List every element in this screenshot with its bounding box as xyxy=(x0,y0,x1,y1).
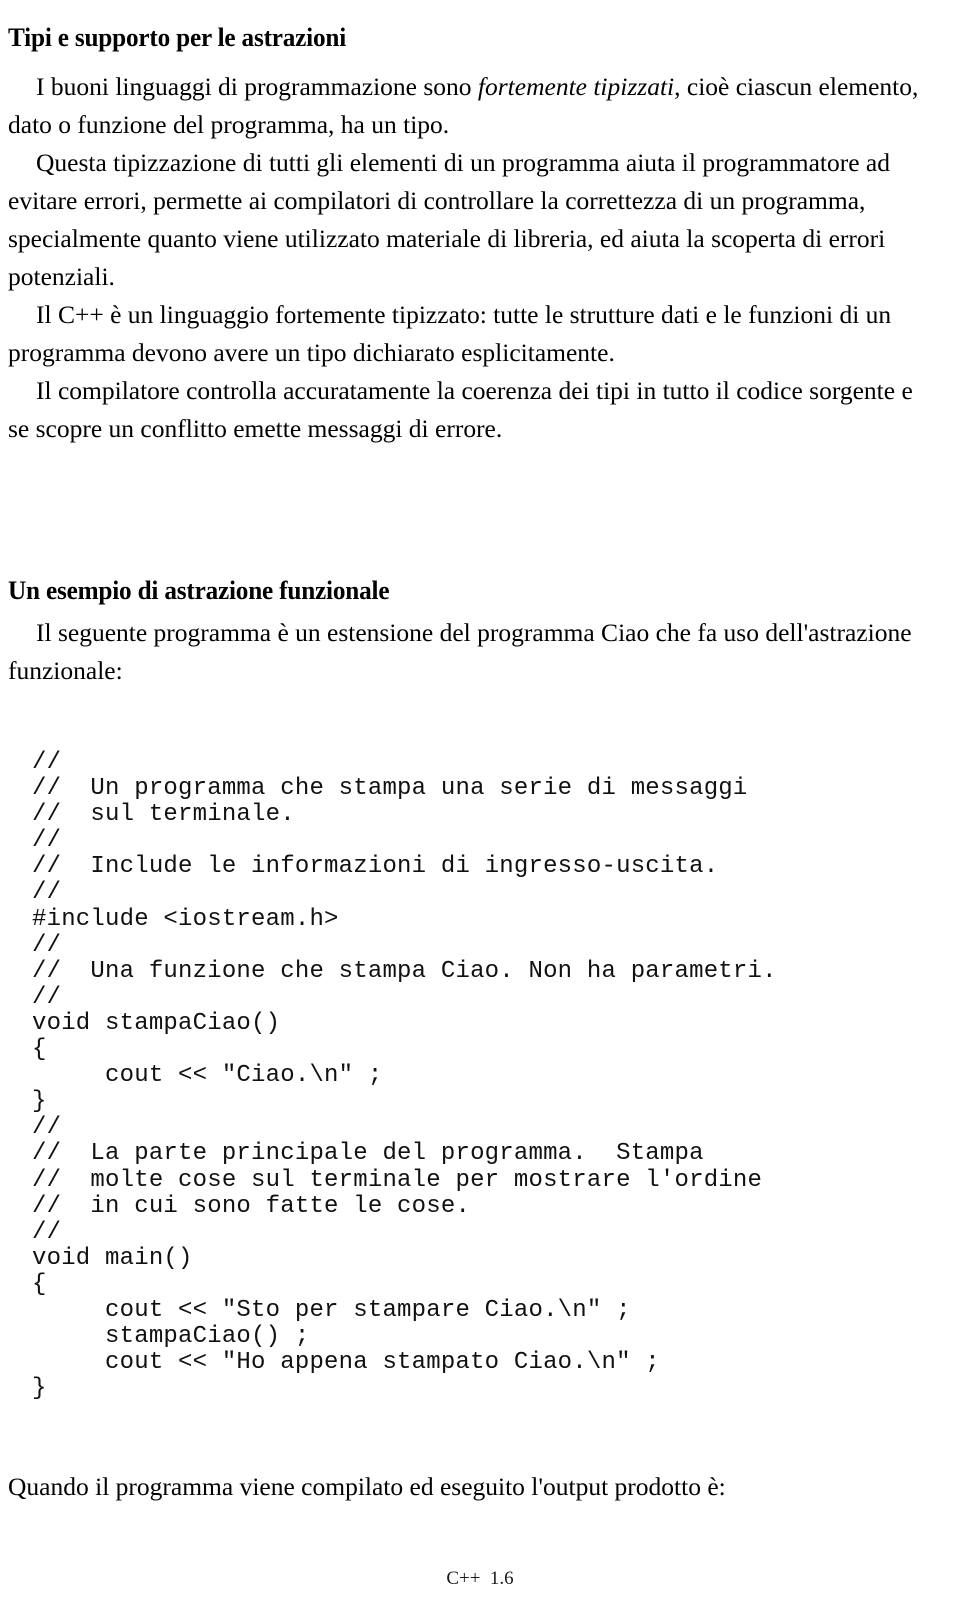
code-line: // xyxy=(32,749,62,776)
page-title-heading: Tipi e supporto per le astrazioni xyxy=(8,23,347,53)
code-line: stampaCiao() ; xyxy=(32,1323,310,1351)
code-line: } xyxy=(32,1088,47,1116)
emphasis-fortemente-tipizzati: fortemente tipizzati xyxy=(477,72,675,101)
code-line: // xyxy=(32,931,62,959)
code-line: { xyxy=(32,1270,47,1298)
code-line: } xyxy=(32,1375,47,1403)
code-line: // xyxy=(32,879,62,907)
code-line: void main() xyxy=(32,1244,193,1272)
document-page: Tipi e supporto per le astrazioni I buon… xyxy=(0,0,960,1610)
paragraph-cpp-tipizzato: Il C++ è un linguaggio fortemente tipizz… xyxy=(8,300,892,367)
section-heading-esempio: Un esempio di astrazione funzionale xyxy=(8,575,390,605)
code-line: // xyxy=(32,827,62,855)
code-line: // Un programma che stampa una serie di … xyxy=(32,775,748,803)
code-line: cout << "Sto per stampare Ciao.\n" ; xyxy=(32,1296,631,1324)
intro-prose-block: I buoni linguaggi di programmazione sono… xyxy=(8,68,938,448)
output-intro-block: Quando il programma viene compilato ed e… xyxy=(8,1468,938,1506)
code-line: // Include le informazioni di ingresso-u… xyxy=(32,853,719,881)
page-footer-label: C++ 1.6 xyxy=(446,1568,514,1589)
code-line: // La parte principale del programma. St… xyxy=(32,1140,704,1168)
example-intro-block: Il seguente programma è un estensione de… xyxy=(8,614,938,690)
code-line: // molte cose sul terminale per mostrare… xyxy=(32,1166,763,1194)
code-line: // xyxy=(32,1114,62,1142)
code-line: // in cui sono fatte le cose. xyxy=(32,1192,471,1220)
paragraph-strong-typing: I buoni linguaggi di programmazione sono… xyxy=(8,68,938,144)
paragraph-compilatore: Il compilatore controlla accuratamente l… xyxy=(8,376,913,443)
code-line: // sul terminale. xyxy=(32,801,295,829)
code-line: cout << "Ho appena stampato Ciao.\n" ; xyxy=(32,1349,660,1377)
code-line: { xyxy=(32,1036,47,1064)
code-line: void stampaCiao() xyxy=(32,1009,281,1037)
paragraph-tipizzazione: Questa tipizzazione di tutti gli element… xyxy=(8,148,890,291)
code-listing: //// Un programma che stampa una serie d… xyxy=(32,749,777,1403)
code-line: #include <iostream.h> xyxy=(32,905,339,933)
code-line: // Una funzione che stampa Ciao. Non ha … xyxy=(32,957,777,985)
paragraph-text-before-italic: I buoni linguaggi di programmazione sono xyxy=(36,72,478,101)
code-line: // xyxy=(32,1218,62,1246)
code-line: // xyxy=(32,983,62,1011)
paragraph-output-intro: Quando il programma viene compilato ed e… xyxy=(8,1472,726,1501)
paragraph-example-intro: Il seguente programma è un estensione de… xyxy=(8,618,912,685)
code-line: cout << "Ciao.\n" ; xyxy=(32,1062,383,1090)
